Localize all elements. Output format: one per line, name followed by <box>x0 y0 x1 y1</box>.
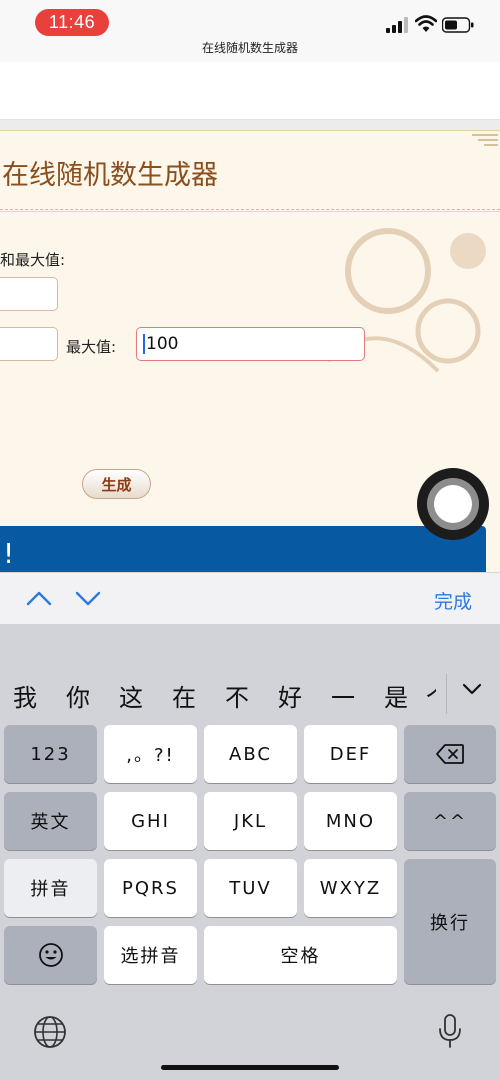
title-divider <box>0 209 500 210</box>
assistive-touch-dot <box>434 485 472 523</box>
candidate-9[interactable]: 个 <box>426 678 436 713</box>
candidate-divider <box>446 674 447 714</box>
battery-icon <box>442 17 474 33</box>
candidate-4[interactable]: 在 <box>172 678 196 713</box>
candidate-7[interactable]: 一 <box>331 678 355 713</box>
banner-text: ! <box>3 536 15 570</box>
screen: 11:46 在线随机数生成器 在线随机数生成器 和最大值: 最大值: 100 生… <box>0 0 500 1080</box>
status-time[interactable]: 11:46 <box>35 9 109 36</box>
key-123[interactable]: 123 <box>4 725 97 783</box>
assistive-touch-button[interactable] <box>417 468 489 540</box>
key-english[interactable]: 英文 <box>4 792 97 850</box>
key-ghi[interactable]: GHI <box>104 792 197 850</box>
corner-ornament <box>472 134 498 146</box>
globe-icon[interactable] <box>33 1015 67 1049</box>
keyboard: 我 你 这 在 不 好 一 是 个 <box>0 624 500 1080</box>
count-input[interactable] <box>0 277 58 311</box>
done-button[interactable]: 完成 <box>434 587 472 614</box>
title-divider-solid <box>0 211 500 212</box>
candidate-1[interactable]: 我 <box>13 678 37 713</box>
form-accessory-bar: 完成 <box>0 572 500 624</box>
candidate-3[interactable]: 这 <box>119 678 143 713</box>
key-punctuation[interactable]: ,。?! <box>104 725 197 783</box>
delete-icon <box>436 744 464 764</box>
candidate-8[interactable]: 是 <box>384 678 408 713</box>
web-content: 在线随机数生成器 和最大值: 最大值: 100 生成 ! <box>0 120 500 580</box>
status-bar: 11:46 在线随机数生成器 <box>0 0 500 62</box>
cellular-signal-icon <box>386 17 408 33</box>
candidate-2[interactable]: 你 <box>66 678 90 713</box>
key-pinyin[interactable]: 拼音 <box>4 859 97 917</box>
emoji-key[interactable] <box>4 926 97 984</box>
min-input[interactable] <box>0 327 58 361</box>
microphone-icon[interactable] <box>438 1013 462 1049</box>
key-mno[interactable]: MNO <box>304 792 397 850</box>
key-select-pinyin[interactable]: 选拼音 <box>104 926 197 984</box>
page-title: 在线随机数生成器 <box>2 160 218 191</box>
candidate-5[interactable]: 不 <box>225 678 249 713</box>
candidate-6[interactable]: 好 <box>278 678 302 713</box>
key-space[interactable]: 空格 <box>204 926 397 984</box>
key-tuv[interactable]: TUV <box>204 859 297 917</box>
delete-key[interactable] <box>404 725 496 783</box>
text-caret <box>143 334 145 354</box>
chevron-down-icon[interactable] <box>462 682 482 696</box>
max-input[interactable]: 100 <box>136 327 365 361</box>
key-abc[interactable]: ABC <box>204 725 297 783</box>
browser-page-title: 在线随机数生成器 <box>201 41 298 55</box>
range-label: 和最大值: <box>0 251 66 269</box>
key-wxyz[interactable]: WXYZ <box>304 859 397 917</box>
previous-field-icon[interactable] <box>26 587 52 609</box>
key-pqrs[interactable]: PQRS <box>104 859 197 917</box>
max-input-value: 100 <box>146 334 179 354</box>
generate-button[interactable]: 生成 <box>82 469 151 499</box>
max-label: 最大值: <box>66 338 117 356</box>
home-indicator[interactable] <box>161 1065 339 1070</box>
key-jkl[interactable]: JKL <box>204 792 297 850</box>
smiley-icon <box>38 943 63 967</box>
browser-toolbar <box>0 62 500 120</box>
next-field-icon[interactable] <box>75 587 101 609</box>
candidate-bar: 我 你 这 在 不 好 一 是 个 <box>0 664 500 724</box>
wifi-icon <box>415 15 437 32</box>
key-emoticon[interactable]: ^^ <box>404 792 496 850</box>
decorative-background <box>326 228 486 373</box>
key-def[interactable]: DEF <box>304 725 397 783</box>
key-newline[interactable]: 换行 <box>404 859 496 984</box>
